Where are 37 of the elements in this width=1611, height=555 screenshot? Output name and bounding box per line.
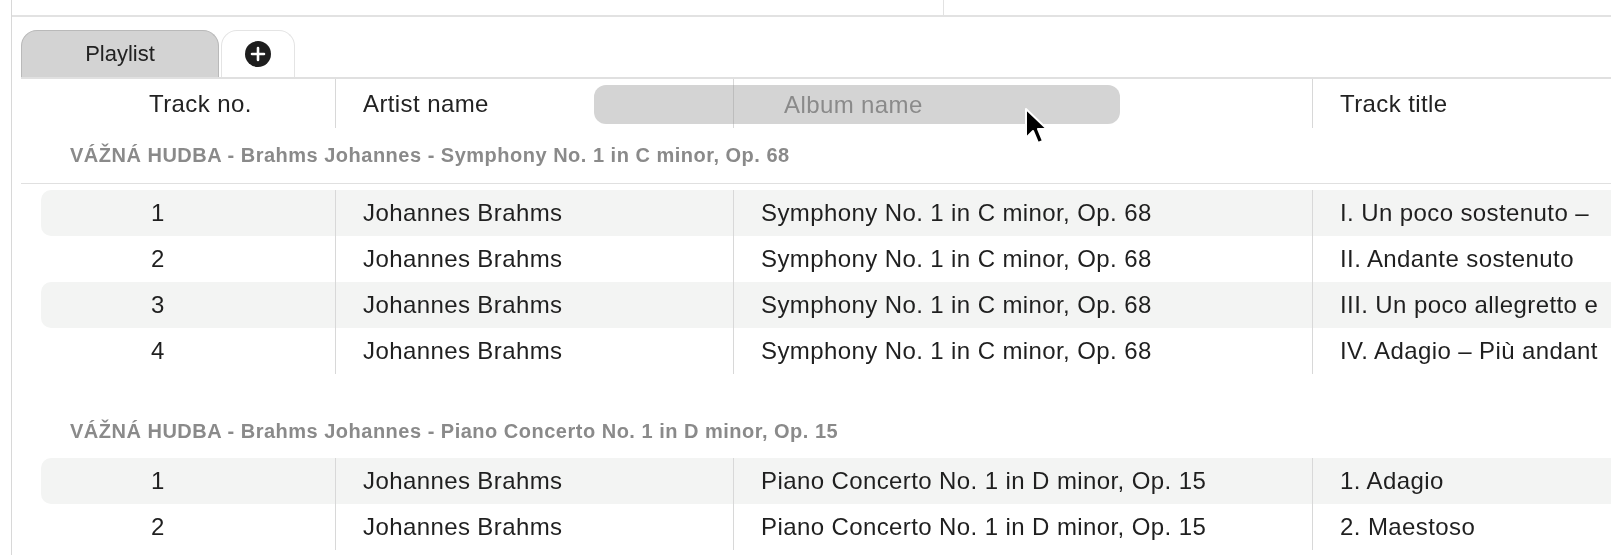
column-header[interactable]: Track title (1340, 89, 1448, 118)
table-cell: 2 (151, 245, 165, 273)
table-cell: Symphony No. 1 in C minor, Op. 68 (761, 291, 1152, 319)
table-row[interactable]: 1 Johannes Brahms Symphony No. 1 in C minor, Op. 68 I. Un poco sostenuto – (41, 190, 1611, 236)
table-cell: III. Un poco allegretto e (1340, 291, 1599, 319)
table-cell: Johannes Brahms (363, 245, 563, 273)
table-cell: 1 (151, 199, 165, 227)
table-cell: 4 (151, 337, 165, 365)
table-cell: Piano Concerto No. 1 in D minor, Op. 15 (761, 513, 1207, 541)
table-cell: I. Un poco sostenuto – (1340, 199, 1589, 227)
column-header[interactable]: Artist name (363, 89, 489, 118)
table-cell: 3 (151, 291, 165, 319)
add-tab-button[interactable] (221, 30, 295, 77)
table-cell: 2 (151, 513, 165, 541)
table-row[interactable]: 4 Johannes Brahms Symphony No. 1 in C minor, Op. 68 IV. Adagio – Più andant (41, 328, 1611, 374)
table-cell: Johannes Brahms (363, 199, 563, 227)
table-cell: Piano Concerto No. 1 in D minor, Op. 15 (761, 467, 1207, 495)
table-cell: 2. Maestoso (1340, 513, 1476, 541)
table-cell: Johannes Brahms (363, 467, 563, 495)
table-cell: Johannes Brahms (363, 291, 563, 319)
group-title: VÁŽNÁ HUDBA - Brahms Johannes - Piano Concerto No. 1 in D minor, Op. 15 (70, 419, 839, 443)
table-cell: II. Andante sostenuto (1340, 245, 1574, 273)
playlist-tab[interactable]: Playlist (21, 30, 219, 77)
table-row[interactable]: 2 Johannes Brahms Piano Concerto No. 1 in D minor, Op. 15 2. Maestoso (41, 504, 1611, 550)
table-cell: 1. Adagio (1340, 467, 1444, 495)
table-cell: IV. Adagio – Più andant (1340, 337, 1598, 365)
table-row[interactable]: 3 Johannes Brahms Symphony No. 1 in C minor, Op. 68 III. Un poco allegretto e (41, 282, 1611, 328)
column-header[interactable]: Track no. (149, 89, 252, 118)
group-title: VÁŽNÁ HUDBA - Brahms Johannes - Symphony No. 1 in C minor, Op. 68 (70, 144, 790, 167)
table-row[interactable]: 1 Johannes Brahms Piano Concerto No. 1 in D minor, Op. 15 1. Adagio (41, 458, 1611, 504)
table-cell: Symphony No. 1 in C minor, Op. 68 (761, 199, 1152, 227)
table-cell: Symphony No. 1 in C minor, Op. 68 (761, 245, 1152, 273)
table-cell: 1 (151, 467, 165, 495)
table-cell: Johannes Brahms (363, 513, 563, 541)
plus-icon (245, 41, 271, 67)
table-cell: Johannes Brahms (363, 337, 563, 365)
table-cell: Symphony No. 1 in C minor, Op. 68 (761, 337, 1152, 365)
